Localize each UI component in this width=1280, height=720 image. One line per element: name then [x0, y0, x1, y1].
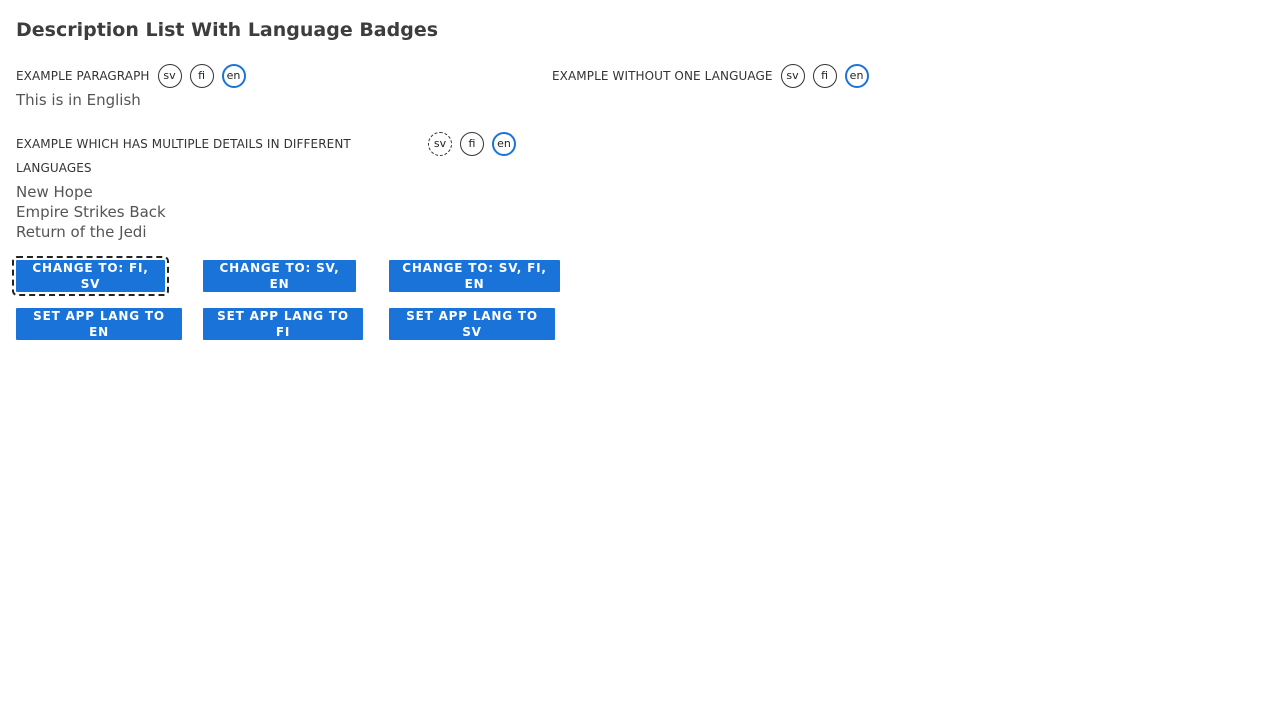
language-badge-en[interactable]: en: [844, 64, 869, 88]
change-to-fi-sv-button[interactable]: CHANGE TO: FI, SV: [12, 256, 169, 296]
detail-text: This is in English: [16, 91, 141, 109]
language-badge-fi[interactable]: fi: [189, 64, 214, 88]
term-row: EXAMPLE WHICH HAS MULTIPLE DETAILS IN DI…: [16, 132, 536, 180]
language-badge-fi[interactable]: fi: [812, 64, 837, 88]
term-row: EXAMPLE PARAGRAPH sv fi en: [16, 64, 254, 88]
set-app-lang-en-button[interactable]: SET APP LANG TO EN: [16, 308, 182, 340]
detail-text: Return of the Jedi: [16, 223, 147, 241]
term-label: EXAMPLE PARAGRAPH: [16, 69, 150, 83]
language-badge-en[interactable]: en: [221, 64, 246, 88]
page-title: Description List With Language Badges: [16, 19, 439, 41]
description-item-multiple-details: EXAMPLE WHICH HAS MULTIPLE DETAILS IN DI…: [16, 132, 536, 242]
description-item-example-paragraph: EXAMPLE PARAGRAPH sv fi en This is in En…: [16, 64, 254, 110]
term-label: EXAMPLE WITHOUT ONE LANGUAGE: [552, 69, 773, 83]
language-badges: sv fi en: [780, 64, 877, 88]
change-to-sv-en-button[interactable]: CHANGE TO: SV, EN: [203, 260, 356, 292]
description-item-example-without-one-language: EXAMPLE WITHOUT ONE LANGUAGE sv fi en: [552, 64, 877, 88]
details: New Hope Empire Strikes Back Return of t…: [16, 182, 536, 242]
term-row: EXAMPLE WITHOUT ONE LANGUAGE sv fi en: [552, 64, 877, 88]
detail-text: New Hope: [16, 183, 93, 201]
language-badges: sv fi en: [428, 132, 524, 156]
details: This is in English: [16, 90, 254, 110]
language-badge-sv[interactable]: sv: [780, 64, 805, 88]
set-app-lang-sv-button[interactable]: SET APP LANG TO SV: [389, 308, 555, 340]
detail-text: Empire Strikes Back: [16, 203, 166, 221]
language-badge-sv[interactable]: sv: [428, 132, 452, 156]
language-badges: sv fi en: [157, 64, 254, 88]
set-app-lang-fi-button[interactable]: SET APP LANG TO FI: [203, 308, 363, 340]
language-badge-fi[interactable]: fi: [460, 132, 484, 156]
term-label: EXAMPLE WHICH HAS MULTIPLE DETAILS IN DI…: [16, 137, 351, 175]
language-badge-sv[interactable]: sv: [157, 64, 182, 88]
change-to-sv-fi-en-button[interactable]: CHANGE TO: SV, FI, EN: [389, 260, 560, 292]
page: Description List With Language Badges EX…: [0, 0, 1280, 720]
language-badge-en[interactable]: en: [492, 132, 516, 156]
